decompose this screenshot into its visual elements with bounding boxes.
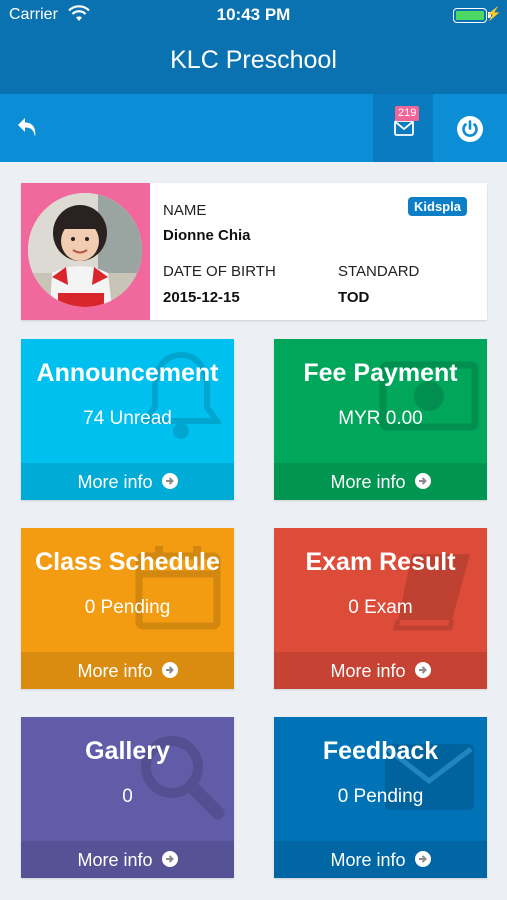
standard-label: STANDARD	[338, 263, 420, 280]
nav-bar: KLC Preschool	[0, 30, 507, 94]
tile-subtitle: 0 Pending	[337, 786, 424, 807]
arrow-circle-right-icon	[161, 851, 178, 868]
student-profile-card: NAME Dionne Chia Kidspla DATE OF BIRTH 2…	[21, 183, 487, 320]
toolbar: 219	[0, 94, 507, 162]
more-info-link[interactable]: More info	[274, 463, 487, 500]
arrow-circle-right-icon	[414, 851, 431, 868]
status-bar: Carrier 10:43 PM ⚡	[0, 0, 507, 30]
class-schedule-tile[interactable]: Class Schedule 0 Pending More info	[21, 528, 234, 689]
more-info-label: More info	[77, 471, 153, 492]
back-button[interactable]	[16, 114, 46, 142]
more-info-label: More info	[77, 660, 153, 681]
child-photo	[28, 193, 142, 307]
more-info-link[interactable]: More info	[274, 652, 487, 689]
gallery-tile[interactable]: Gallery 0 More info	[21, 717, 234, 878]
tile-subtitle: 74 Unread	[83, 408, 172, 429]
announcement-tile[interactable]: Announcement 74 Unread More info	[21, 339, 234, 500]
logout-button[interactable]	[455, 114, 485, 144]
power-icon	[457, 116, 483, 142]
tile-title: Gallery	[85, 737, 170, 765]
fee-payment-tile[interactable]: Fee Payment MYR 0.00 More info	[274, 339, 487, 500]
more-info-link[interactable]: More info	[274, 841, 487, 878]
tile-subtitle: MYR 0.00	[338, 408, 423, 429]
student-name: Dionne Chia	[163, 227, 251, 244]
student-avatar	[28, 193, 142, 307]
tile-subtitle: 0 Pending	[84, 597, 171, 618]
more-info-label: More info	[330, 471, 406, 492]
envelope-icon	[394, 120, 414, 136]
more-info-link[interactable]: More info	[21, 841, 234, 878]
inbox-count-badge: 219	[395, 106, 420, 121]
tile-title: Feedback	[322, 737, 439, 765]
tile-title: Announcement	[36, 359, 219, 387]
name-label: NAME	[163, 202, 207, 219]
school-badge: Kidspla	[408, 197, 467, 216]
profile-photo-panel	[21, 183, 150, 320]
feedback-tile[interactable]: Feedback 0 Pending More info	[274, 717, 487, 878]
more-info-label: More info	[330, 660, 406, 681]
student-standard: TOD	[338, 289, 370, 306]
inbox-button[interactable]: 219	[373, 94, 433, 162]
tile-title: Class Schedule	[35, 548, 220, 576]
tile-title: Fee Payment	[303, 359, 458, 387]
tile-title: Exam Result	[305, 548, 456, 576]
charging-icon: ⚡	[485, 6, 502, 21]
arrow-circle-right-icon	[414, 662, 431, 679]
tile-subtitle: 0 Exam	[348, 597, 413, 618]
page-title: KLC Preschool	[170, 46, 337, 74]
battery-icon	[453, 8, 487, 23]
arrow-circle-right-icon	[161, 473, 178, 490]
more-info-label: More info	[330, 849, 406, 870]
more-info-link[interactable]: More info	[21, 463, 234, 500]
more-info-label: More info	[77, 849, 153, 870]
exam-result-tile[interactable]: Exam Result 0 Exam More info	[274, 528, 487, 689]
arrow-circle-right-icon	[414, 473, 431, 490]
tile-subtitle: 0	[122, 786, 133, 807]
reply-icon	[18, 118, 36, 137]
status-time: 10:43 PM	[216, 5, 291, 24]
arrow-circle-right-icon	[161, 662, 178, 679]
student-dob: 2015-12-15	[163, 289, 240, 306]
dob-label: DATE OF BIRTH	[163, 263, 276, 280]
more-info-link[interactable]: More info	[21, 652, 234, 689]
